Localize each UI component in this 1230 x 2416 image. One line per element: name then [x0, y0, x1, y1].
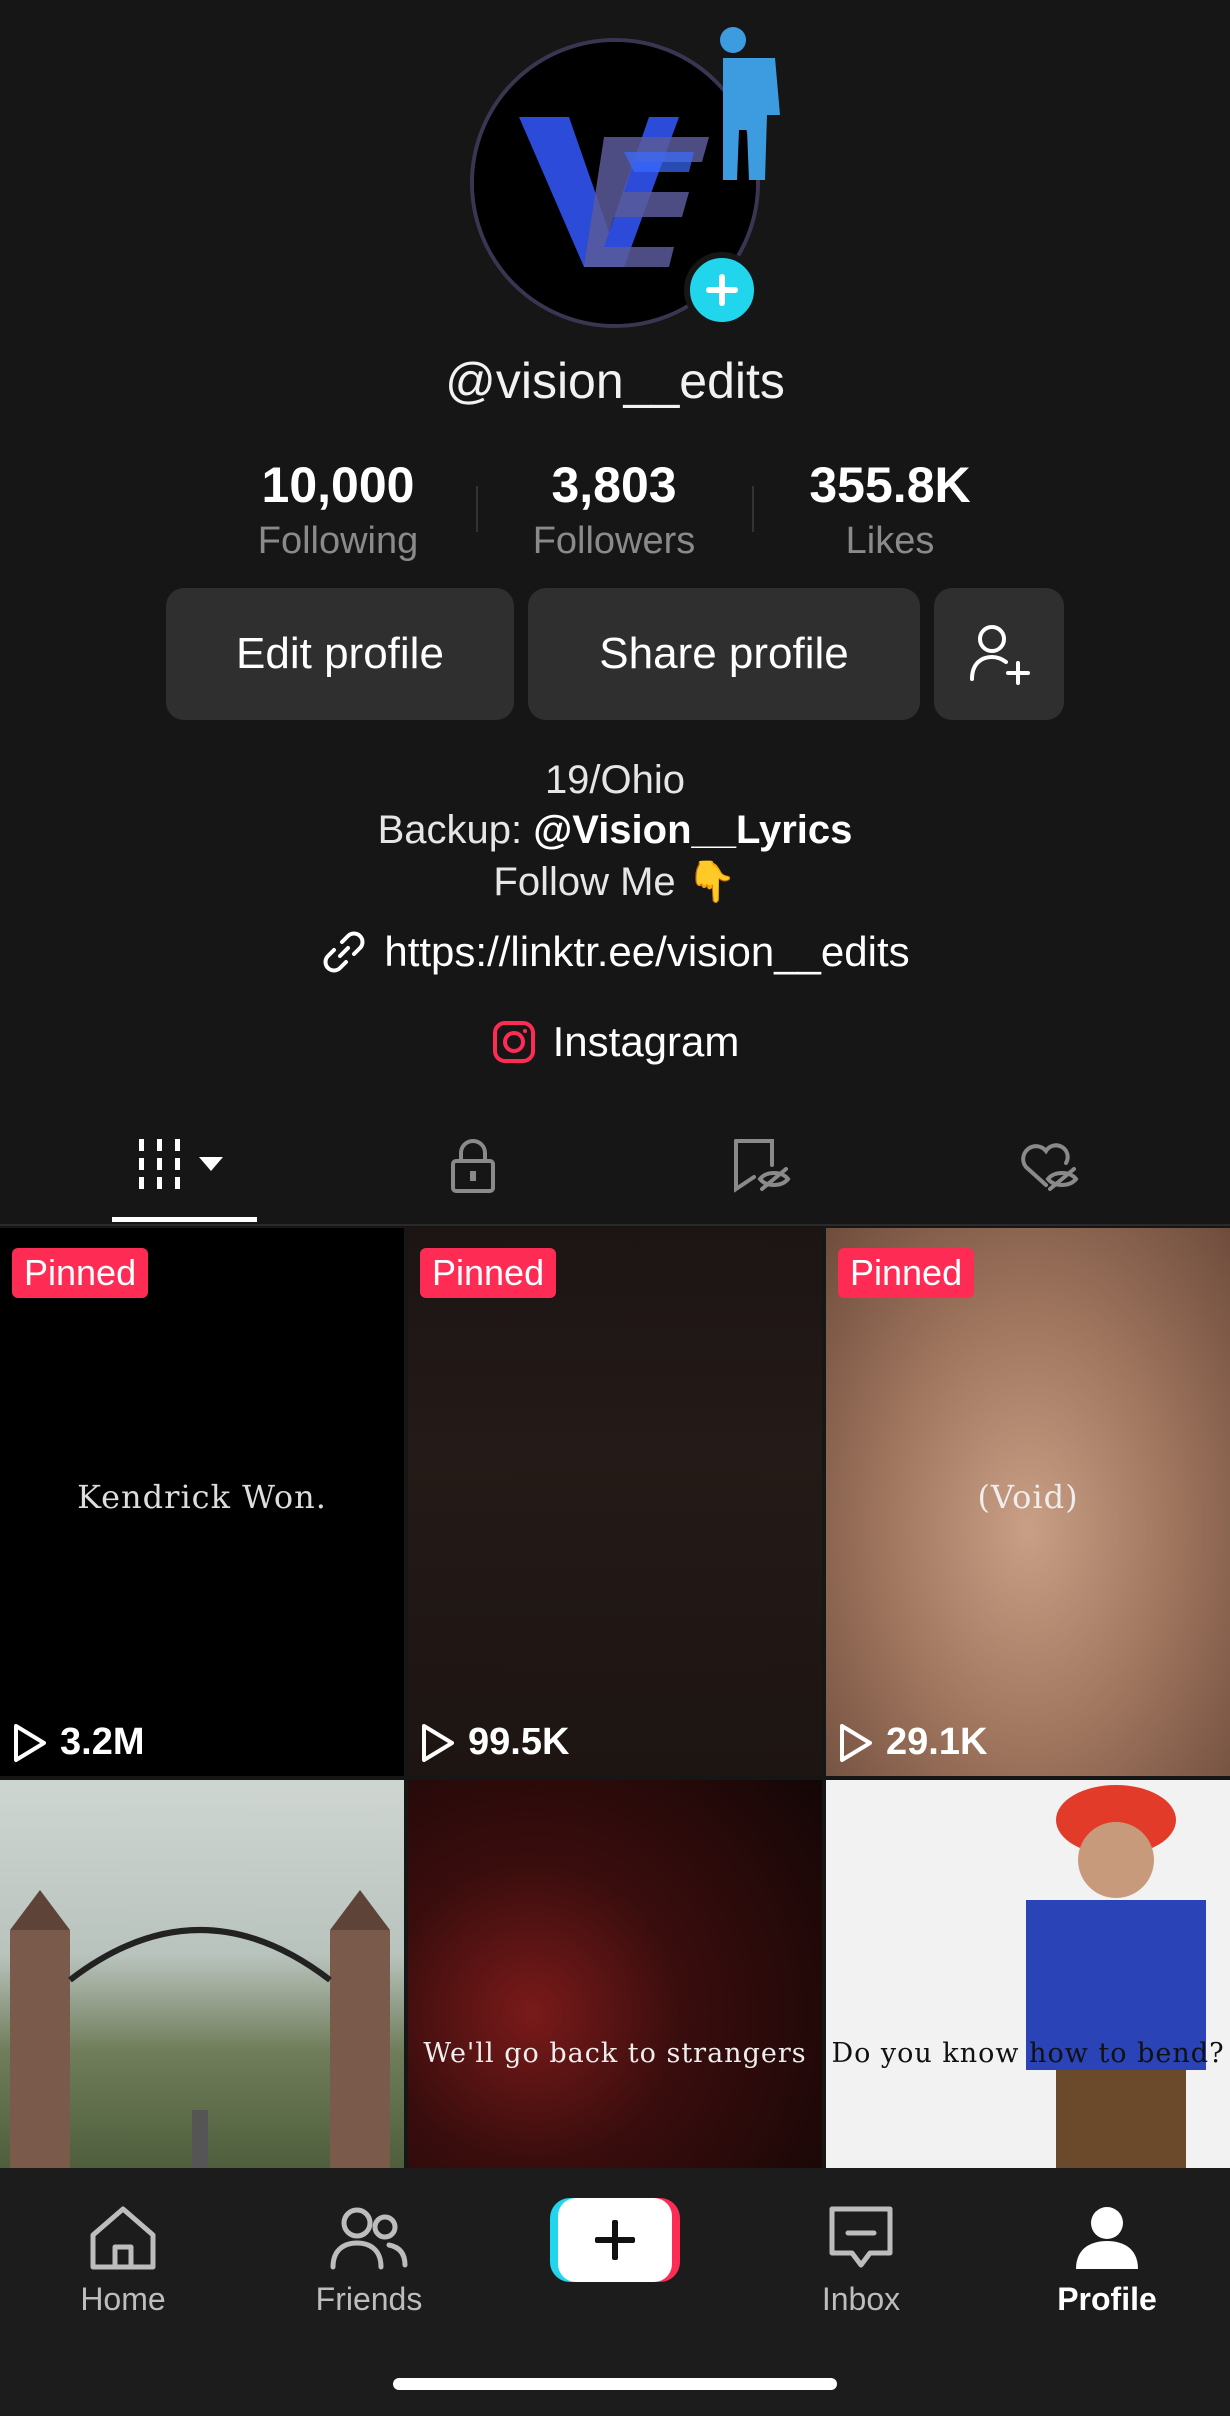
- add-friends-button[interactable]: [934, 588, 1064, 720]
- tab-videos[interactable]: [112, 1130, 257, 1200]
- nav-friends[interactable]: Friends: [246, 2168, 492, 2318]
- hidden-saved-icon: [733, 1139, 791, 1193]
- add-avatar-button[interactable]: [684, 252, 760, 328]
- video-tile[interactable]: We'll go back to strangers: [408, 1780, 822, 2168]
- video-caption: Do you know how to bend?: [831, 2038, 1225, 2069]
- backup-handle-link[interactable]: @Vision__Lyrics: [533, 808, 852, 852]
- followers-stat[interactable]: 3,803 Followers: [484, 455, 744, 563]
- username: @vision__edits: [445, 353, 785, 409]
- figure-thumbnail: [1026, 1785, 1206, 2168]
- followers-label: Followers: [532, 520, 696, 562]
- video-tile[interactable]: Pinned (Void) 29.1K: [826, 1228, 1230, 1776]
- active-tab-indicator: [112, 1217, 257, 1222]
- nav-friends-label: Friends: [315, 2281, 423, 2317]
- likes-label: Likes: [845, 520, 935, 562]
- inbox-icon: [829, 2206, 893, 2268]
- view-count: 3.2M: [12, 1721, 144, 1764]
- plus-icon: [595, 2220, 635, 2260]
- friends-icon: [330, 2207, 408, 2270]
- followers-count: 3,803: [551, 457, 677, 513]
- following-label: Following: [257, 520, 419, 562]
- tab-private[interactable]: [400, 1130, 545, 1200]
- following-stat[interactable]: 10,000 Following: [208, 455, 468, 563]
- video-tile[interactable]: Pinned Kendrick Won. 3.2M: [0, 1228, 404, 1776]
- pinned-badge: Pinned: [12, 1248, 149, 1298]
- pinned-badge: Pinned: [420, 1248, 557, 1298]
- lock-icon: [450, 1139, 495, 1193]
- play-icon: [840, 1723, 872, 1762]
- video-caption: (Void): [977, 1478, 1079, 1516]
- video-caption: We'll go back to strangers: [423, 2038, 807, 2069]
- nav-profile[interactable]: Profile: [984, 2168, 1230, 2318]
- pinned-badge: Pinned: [838, 1248, 975, 1298]
- play-icon: [14, 1723, 46, 1762]
- grid-icon: [138, 1139, 223, 1189]
- add-user-icon: [970, 625, 1030, 685]
- tab-liked[interactable]: [976, 1130, 1121, 1200]
- play-icon: [422, 1723, 454, 1762]
- instagram-label: Instagram: [552, 1018, 740, 1065]
- view-count-text: 99.5K: [468, 1721, 570, 1763]
- view-count: 29.1K: [838, 1721, 987, 1764]
- nav-profile-label: Profile: [1057, 2281, 1157, 2317]
- bio-link-text: https://linktr.ee/vision__edits: [384, 928, 910, 975]
- bio-line-3: Follow Me 👇: [493, 860, 737, 904]
- nav-home[interactable]: Home: [0, 2168, 246, 2318]
- view-count-text: 3.2M: [60, 1721, 145, 1763]
- edit-profile-button[interactable]: Edit profile: [166, 588, 514, 720]
- view-count-text: 29.1K: [886, 1721, 988, 1763]
- video-caption: Kendrick Won.: [77, 1478, 327, 1516]
- plus-icon: [706, 274, 738, 306]
- create-button[interactable]: [550, 2198, 680, 2282]
- stat-divider: [752, 486, 754, 532]
- following-count: 10,000: [261, 457, 415, 513]
- link-icon: [323, 931, 365, 973]
- instagram-link[interactable]: Instagram: [0, 1018, 1230, 1066]
- home-icon: [90, 2206, 156, 2270]
- instagram-icon: [492, 1021, 535, 1063]
- bio-link[interactable]: https://linktr.ee/vision__edits: [0, 928, 1230, 976]
- profile-icon: [1076, 2207, 1138, 2269]
- nav-home-label: Home: [80, 2281, 166, 2317]
- likes-count: 355.8K: [809, 457, 971, 513]
- gate-thumbnail: [10, 1890, 390, 2168]
- bio-line-2: Backup: @Vision__Lyrics: [0, 808, 1230, 853]
- video-tile[interactable]: Pinned 99.5K: [408, 1228, 822, 1776]
- bio-backup-label: Backup:: [377, 808, 534, 852]
- nav-inbox-label: Inbox: [821, 2281, 901, 2317]
- home-indicator: [393, 2378, 837, 2390]
- likes-stat[interactable]: 355.8K Likes: [760, 455, 1020, 563]
- bio-line-1: 19/Ohio: [544, 758, 686, 802]
- tabs-divider: [0, 1224, 1230, 1226]
- stat-divider: [476, 486, 478, 532]
- video-tile[interactable]: [0, 1780, 404, 2168]
- nav-inbox[interactable]: Inbox: [738, 2168, 984, 2318]
- video-tile[interactable]: Do you know how to bend?: [826, 1780, 1230, 2168]
- tab-reposts[interactable]: [688, 1130, 833, 1200]
- hidden-liked-icon: [1020, 1143, 1079, 1191]
- share-profile-button[interactable]: Share profile: [528, 588, 920, 720]
- avatar-figure-icon: [720, 27, 780, 180]
- view-count: 99.5K: [420, 1721, 569, 1764]
